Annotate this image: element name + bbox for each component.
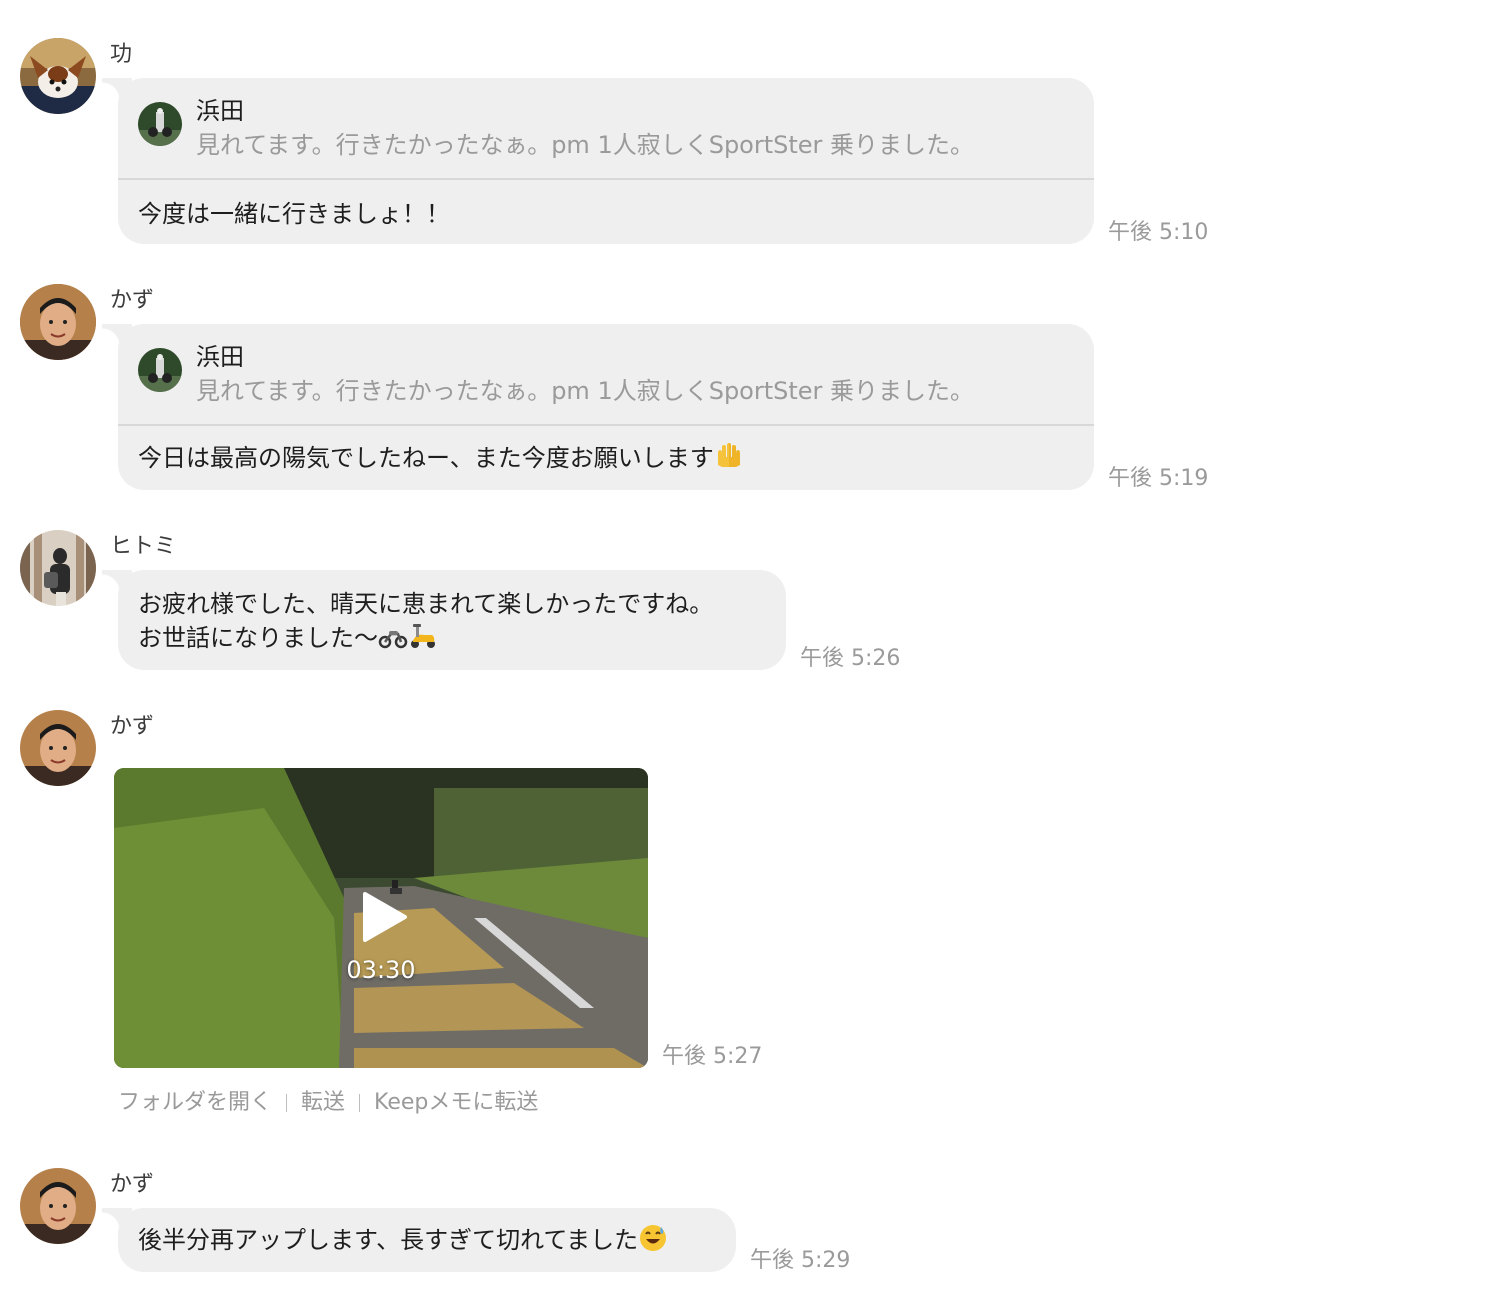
message-timestamp: 午後 5:27 (662, 1044, 763, 1069)
open-folder-link[interactable]: フォルダを開く (118, 1090, 272, 1115)
raised-hands-emoji-icon (714, 441, 744, 471)
message-text-row: 後半分再アップします、長すぎて切れてました (118, 1208, 736, 1257)
message-text-line-2: お世話になりました〜 (138, 624, 378, 652)
quoted-reply[interactable]: 浜田 見れてます。行きたかったなぁ。pm 1人寂しくSportSter 乗りまし… (118, 324, 1094, 426)
video-duration: 03:30 (346, 956, 416, 984)
forward-link[interactable]: 転送 (301, 1090, 345, 1115)
sender-name: かず (110, 714, 155, 739)
video-thumbnail[interactable]: 03:30 (114, 768, 648, 1068)
avatar-woman[interactable] (20, 530, 96, 606)
sender-name: 功 (110, 42, 133, 67)
play-icon[interactable] (359, 892, 409, 942)
avatar-man[interactable] (20, 710, 96, 786)
message-bubble[interactable]: 浜田 見れてます。行きたかったなぁ。pm 1人寂しくSportSter 乗りまし… (102, 78, 1094, 244)
message-text-line-2-row: お世話になりました〜 (118, 621, 786, 655)
message-timestamp: 午後 5:26 (800, 646, 901, 671)
avatar-man[interactable] (20, 284, 96, 360)
reply-avatar (138, 102, 182, 146)
sender-name: かず (110, 1172, 155, 1197)
divider (286, 1094, 288, 1112)
message-text: 今度は一緒に行きましょ！！ (138, 200, 450, 228)
reply-sender-name: 浜田 (196, 97, 244, 125)
message-timestamp: 午後 5:10 (1108, 220, 1209, 245)
message-text: 今日は最高の陽気でしたねー、また今度お願いします (138, 444, 714, 472)
divider (359, 1094, 361, 1112)
message-text-row: 今日は最高の陽気でしたねー、また今度お願いします (118, 426, 1094, 475)
message-text: 後半分再アップします、長すぎて切れてました (138, 1226, 639, 1254)
message-text-line-1: お疲れ様でした、晴天に恵まれて楽しかったですね。 (138, 590, 714, 618)
video-actions: フォルダを開く 転送 Keepメモに転送 (118, 1088, 538, 1118)
message-timestamp: 午後 5:19 (1108, 466, 1209, 491)
reply-avatar (138, 348, 182, 392)
scooter-emoji-icon (408, 621, 438, 651)
message-bubble[interactable]: お疲れ様でした、晴天に恵まれて楽しかったですね。 お世話になりました〜 (102, 570, 786, 670)
avatar-dog[interactable] (20, 38, 96, 114)
sender-name: かず (110, 288, 155, 313)
message-bubble[interactable]: 浜田 見れてます。行きたかったなぁ。pm 1人寂しくSportSter 乗りまし… (102, 324, 1094, 490)
message-bubble[interactable]: 後半分再アップします、長すぎて切れてました (102, 1208, 736, 1272)
sweat-smile-emoji-icon (638, 1223, 668, 1253)
message-timestamp: 午後 5:29 (750, 1248, 851, 1273)
reply-message-text: 見れてます。行きたかったなぁ。pm 1人寂しくSportSter 乗りました。 (196, 377, 975, 405)
reply-sender-name: 浜田 (196, 343, 244, 371)
forward-to-keep-link[interactable]: Keepメモに転送 (374, 1090, 538, 1115)
quoted-reply[interactable]: 浜田 見れてます。行きたかったなぁ。pm 1人寂しくSportSter 乗りまし… (118, 78, 1094, 180)
reply-message-text: 見れてます。行きたかったなぁ。pm 1人寂しくSportSter 乗りました。 (196, 131, 975, 159)
motorcycle-emoji-icon (378, 621, 408, 651)
avatar-man[interactable] (20, 1168, 96, 1244)
sender-name: ヒトミ (110, 534, 177, 559)
